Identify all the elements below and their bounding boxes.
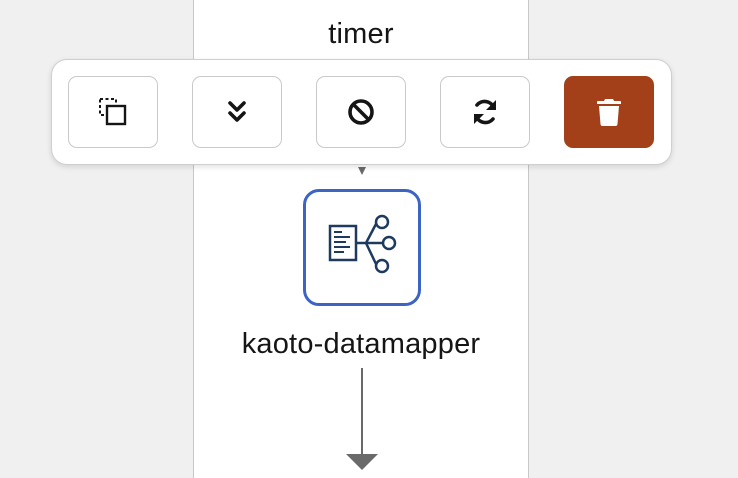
edge-datamapper-out (346, 368, 378, 470)
ban-icon (348, 99, 374, 125)
sync-icon (474, 99, 496, 125)
disable-button[interactable] (316, 76, 406, 148)
datamapper-icon (328, 214, 397, 273)
replace-button[interactable] (440, 76, 530, 148)
chevron-double-down-icon (228, 101, 246, 122)
node-context-toolbar (51, 59, 672, 165)
collapse-button[interactable] (192, 76, 282, 148)
trash-icon (597, 99, 621, 126)
timer-node-label: timer (328, 18, 394, 50)
flow-canvas[interactable]: timer kaoto-datamapper (0, 0, 738, 478)
duplicate-button[interactable] (68, 76, 158, 148)
datamapper-node-label: kaoto-datamapper (241, 328, 481, 360)
edge-timer-to-datamapper (358, 167, 366, 175)
duplicate-icon (99, 98, 127, 126)
datamapper-node[interactable] (303, 189, 421, 306)
delete-button[interactable] (564, 76, 654, 148)
